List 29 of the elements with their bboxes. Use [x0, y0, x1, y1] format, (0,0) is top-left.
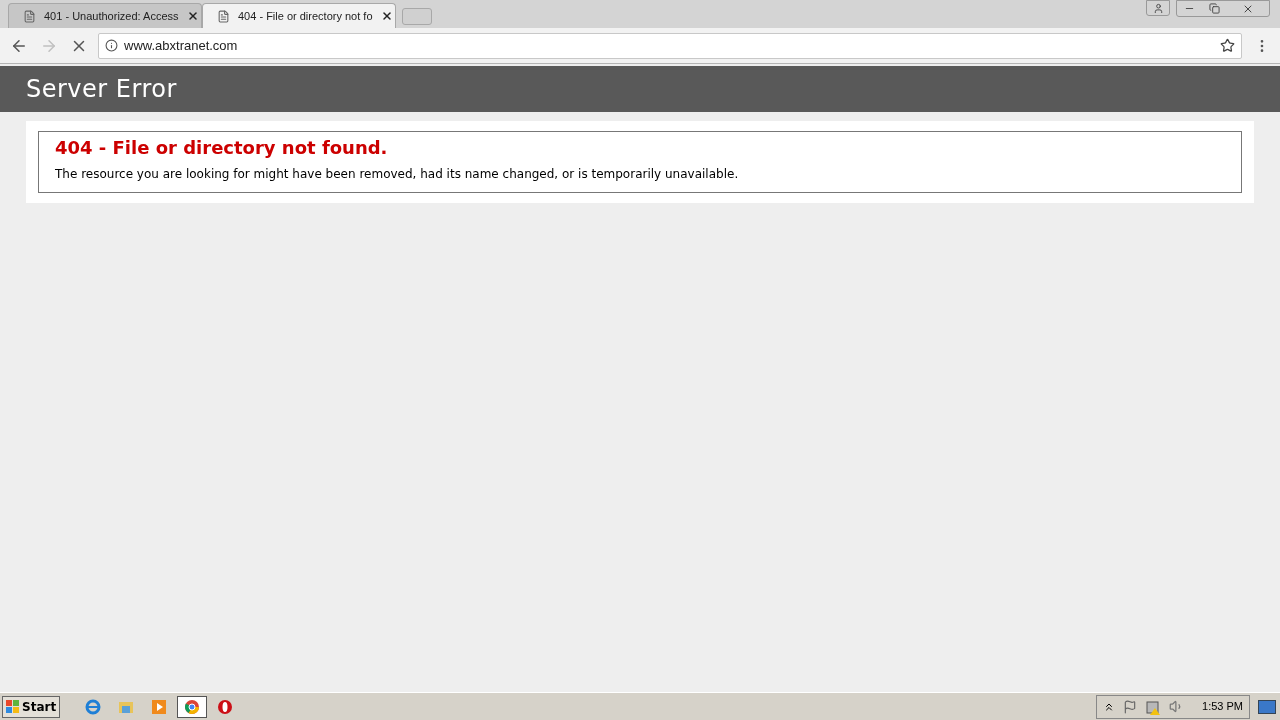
- error-title: 404 - File or directory not found.: [55, 136, 389, 160]
- chrome-icon: [184, 698, 201, 715]
- taskbar-app-button[interactable]: [177, 695, 208, 718]
- start-button[interactable]: Start: [2, 695, 61, 718]
- page-icon: [217, 9, 230, 23]
- restore-icon: [1209, 3, 1220, 14]
- url-text: www.abxtranet.com: [124, 36, 238, 55]
- play-icon: [151, 698, 168, 715]
- page-icon: [23, 9, 36, 23]
- error-message: The resource you are looking for might have been removed, had its name changed, or is temporarily unavailable.: [55, 166, 740, 183]
- tab-title: 401 - Unauthorized: Access: [44, 8, 179, 24]
- show-desktop-button[interactable]: [1258, 699, 1276, 714]
- info-icon: [105, 39, 118, 52]
- person-icon: [1152, 2, 1164, 14]
- network-warning-icon[interactable]: [1145, 698, 1162, 715]
- clock[interactable]: 1:53 PM: [1202, 698, 1243, 715]
- bookmark-star-icon[interactable]: [1220, 38, 1235, 53]
- flag-icon[interactable]: [1123, 699, 1138, 714]
- header-title: Server Error: [26, 74, 177, 105]
- browser-e-icon: [85, 698, 102, 715]
- browser-tab[interactable]: 404 - File or directory not fo: [202, 3, 396, 28]
- profile-button[interactable]: [1146, 0, 1170, 16]
- close-icon[interactable]: [186, 10, 199, 22]
- windows-logo-icon: [6, 699, 20, 714]
- address-bar[interactable]: www.abxtranet.com: [98, 32, 1242, 59]
- opera-icon: [217, 698, 234, 715]
- tab-title: 404 - File or directory not fo: [238, 8, 373, 24]
- close-icon[interactable]: [380, 10, 393, 22]
- browser-tab[interactable]: 401 - Unauthorized: Access: [8, 3, 202, 28]
